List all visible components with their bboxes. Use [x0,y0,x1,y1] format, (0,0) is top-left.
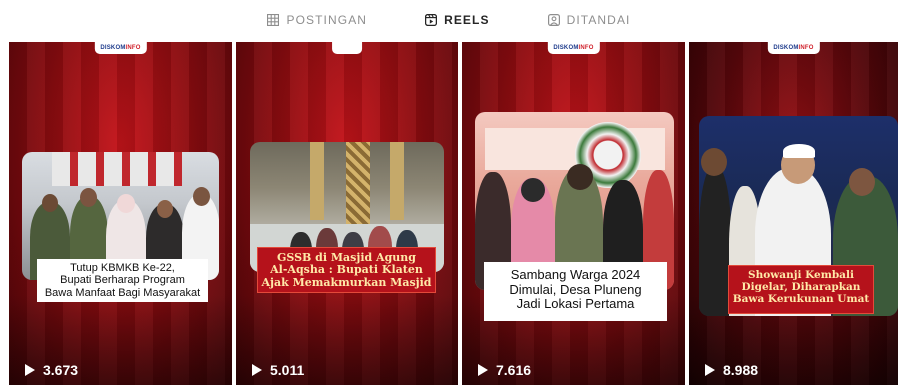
reel-caption: GSSB di Masjid Agung Al-Aqsha : Bupati K… [257,247,436,293]
reels-grid: DISKOMINFO Tutup KBMKB Ke-22, Bupati Ber… [9,42,898,385]
diskominfo-logo: DISKOMINFO [767,42,820,54]
play-count: 3.673 [25,362,78,378]
tab-reels[interactable]: REELS [425,0,490,40]
tab-ditandai-label: DITANDAI [566,13,631,27]
reel-tile[interactable]: DISKOMINFO Tutup KBMKB Ke-22, Bupati Ber… [9,42,232,385]
play-icon [705,364,715,376]
tab-postingan[interactable]: POSTINGAN [267,0,367,40]
tab-reels-label: REELS [444,13,490,27]
reel-caption: Sambang Warga 2024 Dimulai, Desa Pluneng… [484,262,667,321]
tab-postingan-label: POSTINGAN [286,13,368,27]
play-icon [25,364,35,376]
reel-caption: Tutup KBMKB Ke-22, Bupati Berharap Progr… [37,259,208,302]
diskominfo-logo [332,42,362,54]
play-count: 5.011 [252,362,304,378]
reel-tile[interactable]: GSSB di Masjid Agung Al-Aqsha : Bupati K… [236,42,458,385]
reel-tile[interactable]: DISKOMINFO Showanji Kembali Digelar, Dih… [689,42,898,385]
diskominfo-logo: DISKOMINFO [94,42,147,54]
play-icon [478,364,488,376]
tab-ditandai[interactable]: DITANDAI [547,0,631,40]
diskominfo-logo: DISKOMINFO [547,42,600,54]
reel-tile[interactable]: DISKOMINFO Sambang Warga 2024 Dimulai, D… [462,42,685,385]
play-count: 7.616 [478,362,531,378]
tagged-icon [547,14,560,26]
play-count: 8.988 [705,362,758,378]
reels-icon [425,14,438,26]
reel-caption: Showanji Kembali Digelar, Diharapkan Baw… [728,265,874,314]
profile-tabs: POSTINGAN REELS DITANDAI [0,0,898,40]
grid-icon [267,14,280,26]
play-icon [252,364,262,376]
